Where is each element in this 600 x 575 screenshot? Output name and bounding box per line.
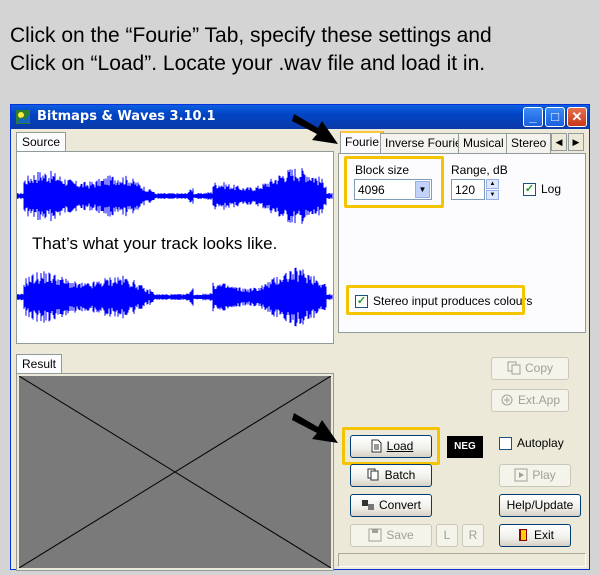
stereo-colours-highlight [346,285,525,315]
waveform-caption: That’s what your track looks like. [32,234,278,253]
batch-label: Batch [384,468,416,482]
block-size-highlight [344,156,444,208]
tab-source[interactable]: Source [16,132,67,152]
instruction-line-2: Click on “Load”. Locate your .wav file a… [10,52,486,75]
app-window: Bitmaps & Waves 3.10.1 _ □ ✕ Source That… [10,104,590,571]
ext-app-label: Ext.App [517,393,561,407]
autoplay-checkbox[interactable]: ✓ [499,437,512,450]
tab-musical[interactable]: Musical [458,133,509,153]
load-highlight [342,427,440,465]
exit-door-icon [518,529,527,541]
play-button[interactable]: Play [499,464,571,487]
batch-button[interactable]: Batch [350,464,432,487]
close-button[interactable]: ✕ [567,107,587,127]
convert-button[interactable]: Convert [350,494,432,517]
convert-icon [361,500,374,510]
status-bar [338,553,586,567]
ext-app-button[interactable]: Ext.App [491,389,569,412]
result-placeholder [18,375,332,569]
spin-down-icon[interactable]: ▼ [486,190,499,200]
waveform-path [17,267,333,327]
range-spinner[interactable]: 120 ▲ ▼ [451,179,499,200]
spin-up-icon[interactable]: ▲ [486,179,499,189]
waveform-path [17,168,333,224]
neg-toggle[interactable]: NEG [447,436,483,458]
waveform-top-channel [17,168,333,224]
tab-scroll-right-button[interactable]: ▶ [568,133,584,151]
tab-result[interactable]: Result [16,354,63,374]
autoplay-label: Autoplay [517,436,564,450]
copy-label: Copy [524,361,553,375]
left-channel-button[interactable]: L [436,524,458,547]
range-value[interactable]: 120 [451,179,485,200]
play-icon [514,468,528,482]
convert-label: Convert [378,498,422,512]
exit-button[interactable]: Exit [499,524,571,547]
exit-label: Exit [533,528,554,542]
external-app-icon [501,394,513,406]
result-pane [16,373,334,571]
tab-inverse-fourie[interactable]: Inverse Fourie [380,133,467,153]
save-label: Save [386,528,414,542]
instruction-line-1: Click on the “Fourie” Tab, specify these… [10,24,492,47]
range-label: Range, dB [451,163,508,177]
log-label: Log [541,182,562,196]
help-update-button[interactable]: Help/Update [499,494,581,517]
pointer-arrow-to-fourie-tab [292,114,338,144]
copy-icon [507,361,521,375]
minimize-button[interactable]: _ [523,107,543,127]
tab-fourie[interactable]: Fourie [340,131,385,154]
save-icon [368,528,382,542]
play-label: Play [532,468,556,482]
log-checkbox[interactable]: ✓ [523,183,536,196]
copy-button[interactable]: Copy [491,357,569,380]
waveform-bottom-channel [17,267,333,327]
tab-scroll-left-button[interactable]: ◀ [551,133,567,151]
source-waveform-pane: That’s what your track looks like. [16,151,334,344]
empty-image-cross [18,375,332,569]
batch-icon [367,468,379,481]
pointer-arrow-to-load-button [292,413,338,443]
tab-stereo[interactable]: Stereo [506,133,552,153]
maximize-button[interactable]: □ [545,107,565,127]
window-title: Bitmaps & Waves 3.10.1 [37,109,216,124]
app-icon [16,110,30,124]
save-button[interactable]: Save [350,524,432,547]
instruction-caption: Click on the “Fourie” Tab, specify these… [10,22,590,78]
right-channel-button[interactable]: R [462,524,484,547]
